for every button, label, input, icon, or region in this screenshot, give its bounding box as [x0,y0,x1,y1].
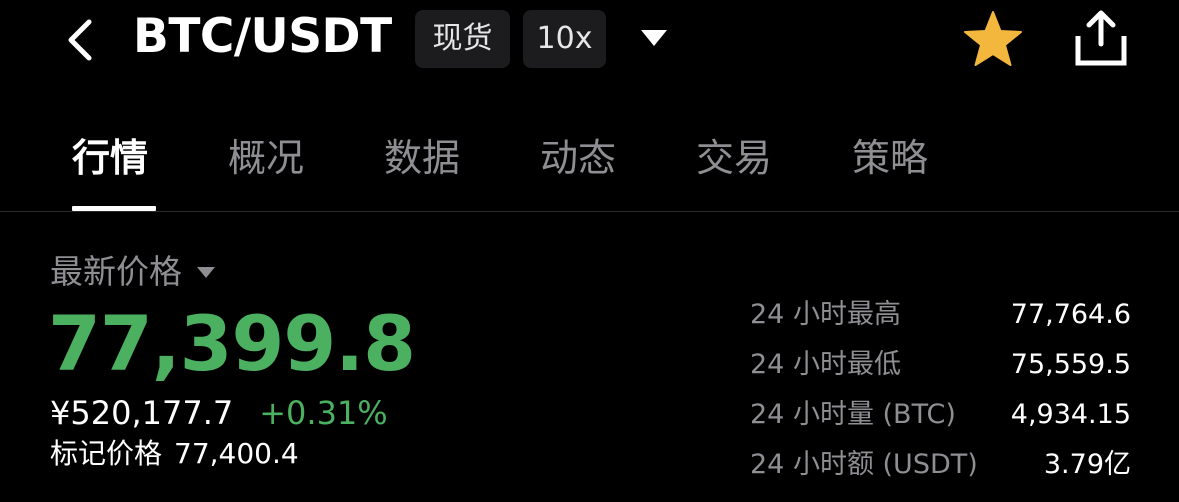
favorite-button[interactable] [960,6,1026,72]
tab-divider [0,211,1179,212]
market-type-tag: 现货 [415,10,510,68]
price-sub-row: ¥520,177.7 +0.31% [50,392,388,434]
star-icon [964,11,1022,66]
mark-price-label: 标记价格 [50,437,163,470]
stat-label: 24 小时额 (USDT) [750,449,978,480]
share-button[interactable] [1068,4,1134,70]
stat-row-24h-turnover: 24 小时额 (USDT) 3.79亿 [750,440,1131,490]
stat-label: 24 小时最高 [750,299,901,330]
tab-overview[interactable]: 概况 [228,132,304,184]
cny-price: ¥520,177.7 [50,394,234,432]
last-price: 77,399.8 [48,299,416,388]
pair-title[interactable]: BTC/USDT [133,6,392,68]
tab-data[interactable]: 数据 [384,132,460,184]
mark-price-value: 77,400.4 [174,437,299,470]
stat-value: 77,764.6 [1010,299,1131,330]
top-bar: BTC/USDT 现货 10x [0,0,1179,80]
tab-strategy[interactable]: 策略 [852,132,928,184]
mark-price-row: 标记价格 77,400.4 [50,434,299,474]
caret-down-icon [196,266,216,279]
leverage-tag: 10x [523,10,606,68]
tab-market[interactable]: 行情 [72,132,148,184]
stat-row-24h-volume: 24 小时量 (BTC) 4,934.15 [750,390,1131,440]
price-type-label: 最新价格 [50,252,182,291]
stat-label: 24 小时量 (BTC) [750,399,956,430]
share-icon [1075,10,1127,66]
stat-row-24h-high: 24 小时最高 77,764.6 [750,290,1131,340]
price-type-selector[interactable]: 最新价格 [50,248,216,296]
change-percent: +0.31% [259,394,388,432]
back-button[interactable] [60,16,100,64]
tab-news[interactable]: 动态 [540,132,616,184]
stat-value: 4,934.15 [1010,399,1131,430]
stat-label: 24 小时最低 [750,349,901,380]
stat-value: 3.79亿 [1043,449,1131,480]
caret-down-icon [641,30,667,46]
stats-panel: 24 小时最高 77,764.6 24 小时最低 75,559.5 24 小时量… [750,290,1131,490]
pair-dropdown-button[interactable] [636,22,672,54]
tab-trade[interactable]: 交易 [696,132,772,184]
stat-value: 75,559.5 [1010,349,1131,380]
tab-bar: 行情 概况 数据 动态 交易 策略 [0,120,1179,212]
stat-row-24h-low: 24 小时最低 75,559.5 [750,340,1131,390]
chevron-left-icon [68,19,92,61]
